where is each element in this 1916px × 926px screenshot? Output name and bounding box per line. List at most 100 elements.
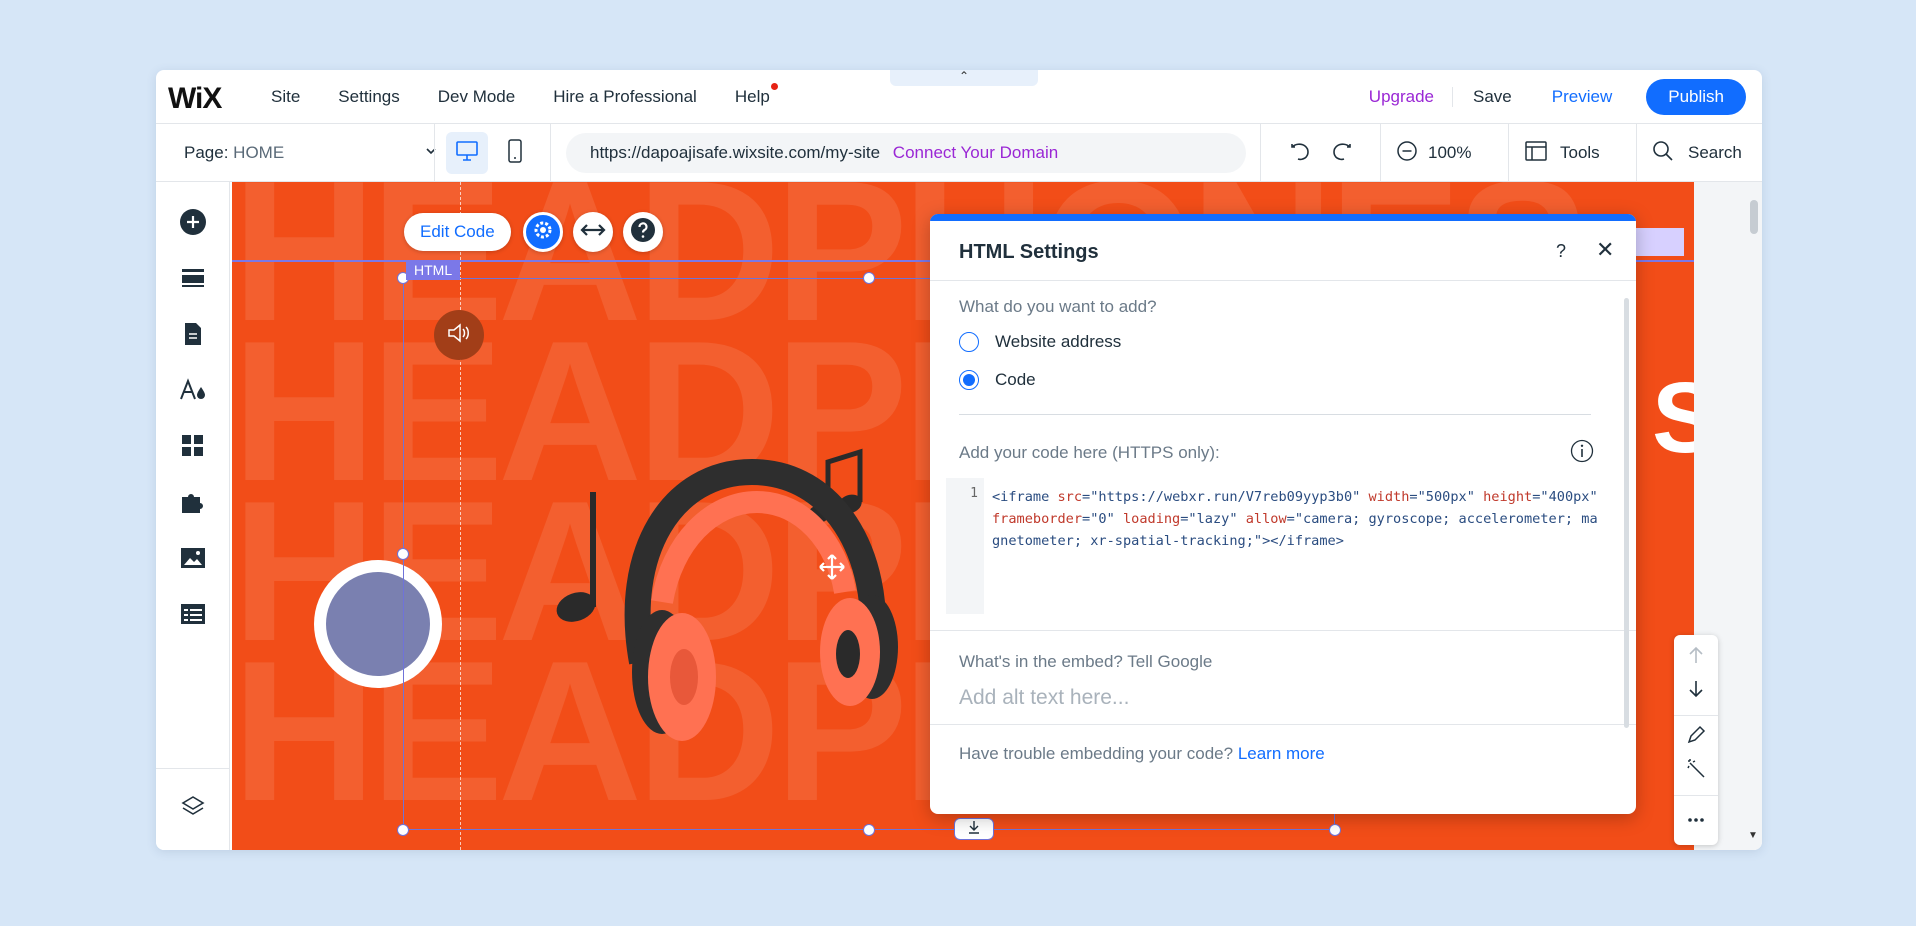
collapse-toolbar-tab[interactable]: ⌃ xyxy=(890,70,1038,86)
mobile-view-button[interactable] xyxy=(494,132,536,174)
panel-accent-bar xyxy=(930,214,1636,221)
code-token: frameborder xyxy=(992,511,1083,527)
help-button[interactable] xyxy=(623,212,663,252)
alt-text-label: What's in the embed? Tell Google xyxy=(959,652,1213,671)
audio-toggle-button[interactable] xyxy=(434,310,484,360)
add-elements-button[interactable] xyxy=(178,208,208,241)
redo-icon[interactable] xyxy=(1328,138,1356,171)
page-name: HOME xyxy=(233,143,285,162)
resize-handle[interactable] xyxy=(397,824,409,836)
element-type-tag: HTML xyxy=(406,260,461,280)
page-label: Page: xyxy=(184,143,229,162)
page-selector[interactable]: Page: HOME xyxy=(184,124,444,182)
code-content[interactable]: <iframe src="https://webxr.run/V7reb09yy… xyxy=(992,486,1602,552)
menu-site[interactable]: Site xyxy=(271,87,300,107)
info-icon[interactable] xyxy=(1570,439,1594,468)
wix-logo[interactable]: WiX xyxy=(168,82,222,116)
pencil-icon xyxy=(1686,725,1706,750)
resize-handle[interactable] xyxy=(863,824,875,836)
undo-icon[interactable] xyxy=(1286,138,1314,171)
question-circle-icon xyxy=(630,217,656,248)
add-apps-button[interactable] xyxy=(178,433,208,463)
edit-design-button[interactable] xyxy=(1684,725,1708,749)
edit-code-button[interactable]: Edit Code xyxy=(404,213,511,251)
desktop-icon xyxy=(455,140,479,167)
save-button[interactable]: Save xyxy=(1453,87,1532,107)
move-down-button[interactable] xyxy=(1684,679,1708,703)
resize-handle[interactable] xyxy=(1329,824,1341,836)
preview-button[interactable]: Preview xyxy=(1532,87,1632,107)
more-actions-button[interactable] xyxy=(1684,807,1708,831)
site-design-button[interactable] xyxy=(178,377,208,407)
learn-more-link[interactable]: Learn more xyxy=(1238,744,1325,763)
resize-handle[interactable] xyxy=(863,272,875,284)
divider xyxy=(1508,124,1509,182)
menu-dev-mode[interactable]: Dev Mode xyxy=(438,87,515,107)
zoom-level: 100% xyxy=(1428,143,1472,162)
code-token: width xyxy=(1368,489,1410,505)
code-token: ></iframe> xyxy=(1262,533,1344,549)
arrow-down-icon xyxy=(1688,680,1704,703)
settings-button[interactable] xyxy=(523,212,563,252)
stretch-button[interactable] xyxy=(573,212,613,252)
zoom-out-icon[interactable] xyxy=(1396,140,1418,167)
layers-button[interactable] xyxy=(178,794,208,824)
magic-wand-icon xyxy=(1686,758,1706,784)
search-label: Search xyxy=(1688,143,1742,162)
move-up-button[interactable] xyxy=(1684,645,1708,669)
option-code[interactable]: Code xyxy=(959,370,1036,390)
horizontal-arrows-icon xyxy=(580,222,606,243)
divider xyxy=(1260,124,1261,182)
code-editor[interactable]: 1 <iframe src="https://webxr.run/V7reb09… xyxy=(946,478,1606,614)
divider xyxy=(1380,124,1381,182)
upgrade-link[interactable]: Upgrade xyxy=(1351,87,1454,107)
panel-close-button[interactable]: ✕ xyxy=(1596,237,1614,263)
radio-checked[interactable] xyxy=(959,370,979,390)
divider xyxy=(1674,715,1718,716)
gear-icon xyxy=(532,219,554,246)
code-token: ="400px" xyxy=(1532,489,1606,505)
panel-help-button[interactable]: ? xyxy=(1556,241,1566,262)
search-icon xyxy=(1652,140,1674,167)
menu-hire-professional[interactable]: Hire a Professional xyxy=(553,87,697,107)
top-actions: Upgrade Save Preview Publish xyxy=(1351,70,1746,124)
connect-domain-link[interactable]: Connect Your Domain xyxy=(893,143,1058,162)
panel-header[interactable]: HTML Settings ? ✕ xyxy=(930,221,1636,281)
animation-button[interactable] xyxy=(1684,758,1708,784)
add-section-button[interactable] xyxy=(178,265,208,295)
publish-button[interactable]: Publish xyxy=(1646,79,1746,115)
move-cursor-icon xyxy=(818,553,846,586)
option-website-address[interactable]: Website address xyxy=(959,332,1121,352)
cms-button[interactable] xyxy=(178,601,208,631)
puzzle-icon xyxy=(180,489,206,520)
zoom-control[interactable]: 100% xyxy=(1396,124,1471,182)
divider xyxy=(930,724,1636,725)
business-apps-button[interactable] xyxy=(178,489,208,519)
site-url[interactable]: https://dapoajisafe.wixsite.com/my-site xyxy=(590,143,880,162)
desktop-view-button[interactable] xyxy=(446,132,488,174)
plus-circle-icon xyxy=(179,208,207,241)
editor-window: WiX Site Settings Dev Mode Hire a Profes… xyxy=(156,70,1762,850)
panel-scrollbar[interactable] xyxy=(1624,298,1629,728)
media-button[interactable] xyxy=(178,545,208,575)
tools-button[interactable]: Tools xyxy=(1524,124,1600,182)
divider xyxy=(1636,124,1637,182)
scroll-down-icon[interactable]: ▼ xyxy=(1748,830,1758,841)
code-token: ="500px" xyxy=(1409,489,1484,505)
divider xyxy=(959,414,1591,415)
code-token: ="https://webxr.run/V7reb09yyp3b0" xyxy=(1082,489,1369,505)
line-number: 1 xyxy=(946,478,984,614)
pages-button[interactable] xyxy=(178,321,208,351)
stretch-down-button[interactable] xyxy=(954,818,994,840)
trouble-text: Have trouble embedding your code? xyxy=(959,744,1234,763)
radio-unchecked[interactable] xyxy=(959,332,979,352)
alt-text-input[interactable]: Add alt text here... xyxy=(959,686,1129,710)
canvas-scrollbar[interactable] xyxy=(1750,200,1758,234)
panel-title: HTML Settings xyxy=(959,241,1099,263)
menu-settings[interactable]: Settings xyxy=(338,87,399,107)
search-button[interactable]: Search xyxy=(1652,124,1742,182)
code-token: ="lazy" xyxy=(1180,511,1246,527)
arrow-up-icon xyxy=(1688,646,1704,669)
resize-handle[interactable] xyxy=(397,548,409,560)
menu-help[interactable]: Help xyxy=(735,83,778,107)
